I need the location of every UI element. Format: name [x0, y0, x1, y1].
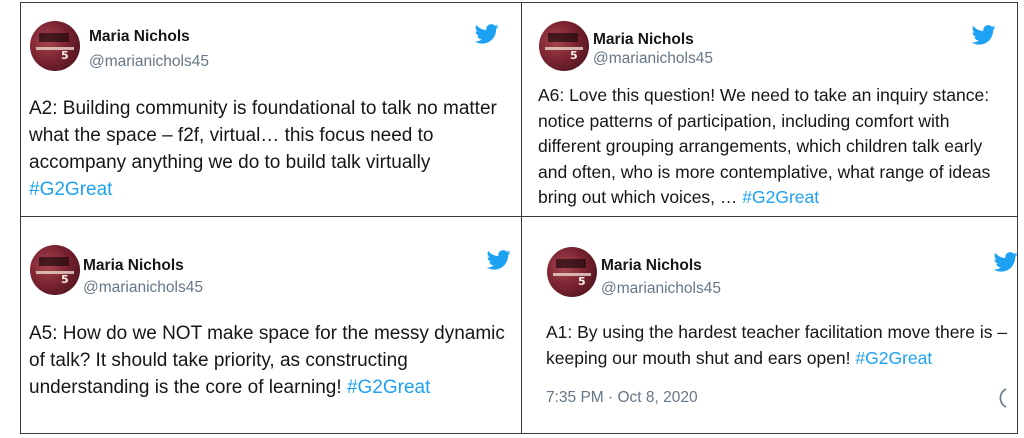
author-handle[interactable]: @marianichols45 — [593, 50, 713, 68]
twitter-bird-icon[interactable] — [994, 252, 1018, 272]
author-handle[interactable]: @marianichols45 — [601, 280, 721, 298]
hashtag-link[interactable]: #G2Great — [742, 187, 819, 207]
tweet-body: A1: By using the hardest teacher facilit… — [546, 322, 1008, 368]
info-icon[interactable] — [996, 387, 1008, 409]
twitter-bird-icon[interactable] — [487, 250, 511, 270]
avatar[interactable]: 5 — [547, 247, 597, 297]
tweet-card[interactable]: 5 Maria Nichols @marianichols45 A6: Love… — [521, 2, 1018, 219]
author-handle[interactable]: @marianichols45 — [83, 279, 203, 297]
author-name[interactable]: Maria Nichols — [83, 257, 184, 275]
tweet-card[interactable]: 5 Maria Nichols @marianichols45 A1: By u… — [521, 216, 1018, 434]
tweet-text: A1: By using the hardest teacher facilit… — [546, 320, 1012, 371]
author-name[interactable]: Maria Nichols — [593, 31, 694, 49]
author-handle[interactable]: @marianichols45 — [89, 53, 209, 71]
avatar[interactable]: 5 — [30, 21, 80, 71]
tweet-body: A2: Building community is foundational t… — [29, 98, 497, 173]
tweet-card[interactable]: 5 Maria Nichols @marianichols45 A5: How … — [20, 216, 524, 434]
tweet-text: A6: Love this question! We need to take … — [538, 83, 1000, 211]
hashtag-link[interactable]: #G2Great — [347, 377, 430, 398]
hashtag-link[interactable]: #G2Great — [855, 348, 932, 368]
tweet-text: A5: How do we NOT make space for the mes… — [29, 320, 523, 401]
author-name[interactable]: Maria Nichols — [89, 28, 190, 46]
twitter-bird-icon[interactable] — [972, 25, 996, 45]
avatar[interactable]: 5 — [30, 245, 80, 295]
hashtag-link[interactable]: #G2Great — [29, 179, 112, 200]
twitter-bird-icon[interactable] — [475, 24, 499, 44]
tweet-card[interactable]: 5 Maria Nichols @marianichols45 A2: Buil… — [20, 2, 524, 219]
tweet-text: A2: Building community is foundational t… — [29, 95, 519, 203]
tweet-timestamp[interactable]: 7:35 PM · Oct 8, 2020 — [546, 389, 698, 407]
tweet-grid: 5 Maria Nichols @marianichols45 A2: Buil… — [0, 0, 1024, 438]
author-name[interactable]: Maria Nichols — [601, 257, 702, 275]
tweet-body: A5: How do we NOT make space for the mes… — [29, 323, 505, 398]
avatar[interactable]: 5 — [539, 21, 589, 71]
